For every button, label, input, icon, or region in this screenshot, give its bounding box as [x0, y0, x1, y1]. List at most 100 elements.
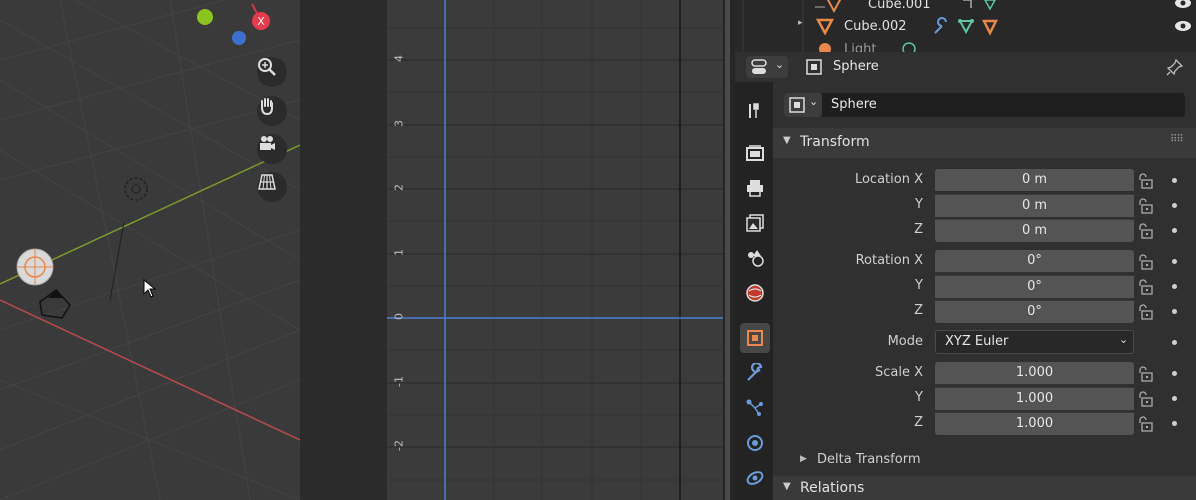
y-tick-label: 4	[392, 55, 406, 62]
z-axis-ball	[232, 31, 246, 45]
chevron-down-icon: ⌄	[1119, 333, 1129, 346]
zoom-icon[interactable]	[257, 57, 287, 87]
editor-type-dropdown[interactable]: ⌄	[746, 56, 788, 78]
outliner-row-cube-001[interactable]: Cube.001	[735, 0, 1196, 15]
object-name-field[interactable]: Sphere	[822, 93, 1185, 117]
tab-physics[interactable]	[740, 428, 770, 458]
keyframe-dot[interactable]	[1172, 228, 1177, 233]
physics-icon	[747, 435, 763, 451]
properties-header: ⌄ Sphere	[735, 52, 1196, 82]
tab-world[interactable]	[740, 278, 770, 308]
tab-tool[interactable]	[740, 96, 770, 126]
perspective-grid-icon[interactable]	[257, 172, 287, 202]
location-x-field[interactable]: 0 m	[935, 169, 1134, 191]
tab-scene[interactable]	[740, 243, 770, 273]
lock-icon[interactable]	[1139, 304, 1155, 320]
object-icon	[806, 59, 822, 75]
location-x-label: Location X	[854, 172, 923, 187]
properties-editor-icon	[751, 59, 767, 74]
tab-particles[interactable]	[740, 393, 770, 423]
tab-output[interactable]	[740, 173, 770, 203]
camera-view-icon[interactable]	[257, 134, 287, 164]
x-axis-line	[0, 299, 300, 441]
world-icon	[746, 284, 764, 302]
collapse-arrow-icon: ▼	[783, 135, 791, 146]
3d-viewport[interactable]: X	[0, 0, 300, 500]
x-axis-label: X	[257, 15, 265, 28]
constraints-icon	[746, 471, 764, 485]
keyframe-dot[interactable]	[1172, 421, 1177, 426]
area-divider[interactable]	[723, 0, 735, 500]
modifier-data-icons	[963, 0, 996, 11]
lock-icon[interactable]	[1139, 198, 1155, 214]
mouse-cursor-icon	[143, 279, 157, 298]
lock-icon[interactable]	[1139, 391, 1155, 407]
lock-icon[interactable]	[1139, 366, 1155, 382]
lock-icon[interactable]	[1139, 223, 1155, 239]
y-tick-label: -1	[392, 376, 406, 387]
rotation-mode-select[interactable]: XYZ Euler ⌄	[935, 330, 1134, 354]
rotation-y-field[interactable]: 0°	[935, 275, 1134, 298]
rotation-x-field[interactable]: 0°	[935, 250, 1134, 272]
rotation-z-field[interactable]: 0°	[935, 300, 1134, 323]
delta-transform-subpanel[interactable]: ▶ Delta Transform	[773, 448, 1196, 474]
keyframe-dot[interactable]	[1172, 284, 1177, 289]
outliner[interactable]: Cube.001 ▸ Cube.002 Light	[735, 0, 1196, 52]
keyframe-dot[interactable]	[1172, 371, 1177, 376]
light-object	[124, 177, 148, 201]
lock-icon[interactable]	[1139, 416, 1155, 432]
tab-modifiers[interactable]	[740, 358, 770, 388]
properties-editor[interactable]: ⌄ Sphere ⌄ Sphere ▼ Transform ⠿⠿ Locatio…	[735, 52, 1196, 500]
tab-render[interactable]	[740, 138, 770, 168]
keyframe-dot[interactable]	[1172, 178, 1177, 183]
light-data-icon	[902, 42, 916, 52]
transform-section-header[interactable]: ▼ Transform ⠿⠿	[773, 128, 1196, 158]
light-object-icon	[819, 43, 831, 52]
keyframe-dot[interactable]	[1172, 259, 1177, 264]
collapse-arrow-icon: ▼	[783, 481, 791, 492]
pin-icon[interactable]	[1166, 58, 1184, 76]
relations-section-header[interactable]: ▼ Relations	[773, 476, 1196, 500]
tab-constraints[interactable]	[740, 463, 770, 493]
location-z-field[interactable]: 0 m	[935, 219, 1134, 242]
keyframe-dot[interactable]	[1172, 396, 1177, 401]
expand-arrow-icon[interactable]: ▸	[798, 18, 803, 28]
editor-gap	[300, 0, 387, 500]
y-tick-label: 1	[392, 249, 406, 256]
scale-z-label: Z	[914, 415, 923, 430]
mesh-object-icon	[815, 18, 835, 35]
tab-object[interactable]	[740, 323, 770, 353]
outliner-row-light[interactable]: Light	[735, 37, 1196, 52]
outliner-item-label: Light	[844, 42, 877, 52]
lock-icon[interactable]	[1139, 279, 1155, 295]
object-browse-dropdown[interactable]: ⌄	[784, 93, 822, 117]
scale-x-label: Scale X	[874, 365, 923, 380]
keyframe-dot[interactable]	[1172, 309, 1177, 314]
tool-icon	[749, 103, 759, 118]
visibility-eye-icon[interactable]	[1174, 19, 1192, 33]
tab-view-layer[interactable]	[740, 208, 770, 238]
keyframe-dot[interactable]	[1172, 340, 1177, 345]
location-y-field[interactable]: 0 m	[935, 194, 1134, 217]
section-title: Relations	[800, 480, 865, 496]
scale-y-field[interactable]: 1.000	[935, 387, 1134, 410]
graph-editor[interactable]: 4 3 2 1 0 -1 -2	[387, 0, 723, 500]
subpanel-title: Delta Transform	[817, 452, 921, 467]
visibility-eye-icon[interactable]	[1174, 0, 1192, 10]
drag-handle-icon[interactable]: ⠿⠿	[1170, 134, 1184, 145]
object-properties-icon	[747, 330, 763, 346]
keyframe-dot[interactable]	[1172, 203, 1177, 208]
object-icon	[789, 97, 805, 113]
scale-x-field[interactable]: 1.000	[935, 362, 1134, 384]
viewport-grid: X	[0, 0, 300, 500]
lock-icon[interactable]	[1139, 254, 1155, 270]
lock-icon[interactable]	[1139, 173, 1155, 189]
chevron-down-icon: ⌄	[809, 95, 819, 108]
scale-y-label: Y	[915, 390, 923, 405]
pan-hand-icon[interactable]	[257, 96, 287, 126]
modifier-data-icons	[934, 17, 999, 36]
rotation-x-label: Rotation X	[855, 253, 923, 268]
y-axis-ball	[197, 9, 213, 25]
scale-z-field[interactable]: 1.000	[935, 412, 1134, 435]
outliner-row-cube-002[interactable]: ▸ Cube.002	[735, 15, 1196, 37]
